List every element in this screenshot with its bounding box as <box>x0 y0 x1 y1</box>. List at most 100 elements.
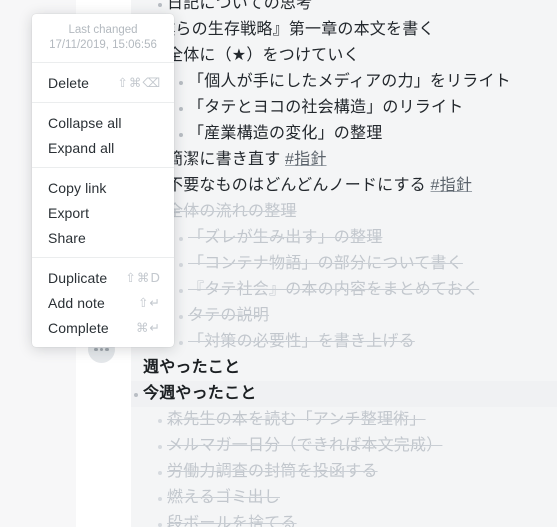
bullet-icon <box>176 329 188 355</box>
menu-group: Delete ⇧⌘⌫ <box>32 63 174 102</box>
outline-row[interactable]: 労働力調査の封筒を投函する <box>131 459 557 485</box>
bullet-icon <box>176 251 188 277</box>
outline-row-text-main: メルマガ一日分（できれば本文完成） <box>167 437 443 454</box>
outline-row-text: メルマガ一日分（できれば本文完成） <box>167 433 557 459</box>
bullet-icon <box>176 303 188 329</box>
outline-row-text-main: 不要なものはどんどんノードにする <box>167 177 431 194</box>
outline-row[interactable]: 燃えるゴミ出し <box>131 485 557 511</box>
outline-row[interactable]: タテの説明 <box>131 303 557 329</box>
menu-item-collapse-all[interactable]: Collapse all <box>32 110 174 135</box>
outline-row-text: 段ボールを捨てる <box>167 511 557 527</box>
bullet-icon <box>155 433 167 459</box>
menu-last-changed-label: Last changed <box>68 24 138 36</box>
outline-row-text: 燃えるゴミ出し <box>167 485 557 511</box>
hashtag-tag[interactable]: #指針 <box>431 177 473 194</box>
outline-row[interactable]: 「対策の必要性」を書き上げる <box>131 329 557 355</box>
outline-row[interactable]: 『タテ社会』の本の内容をまとめておく <box>131 277 557 303</box>
bullet-icon <box>176 95 188 121</box>
menu-item-shortcut: ⌘↵ <box>136 320 161 335</box>
menu-item-label: Duplicate <box>48 269 108 286</box>
outline-row[interactable]: 不要なものはどんどんノードにする #指針 <box>131 173 557 199</box>
outline-row-text: 「タテとヨコの社会構造」のリライト <box>188 95 557 121</box>
outline-row-text-main: 「対策の必要性」を書き上げる <box>188 333 415 350</box>
bullet-icon <box>155 511 167 527</box>
menu-header: Last changed 17/11/2019, 15:06:56 <box>32 14 174 62</box>
outline-row-text-main: 簡潔に書き直す <box>167 151 286 168</box>
dot-icon <box>94 347 98 352</box>
outline-row-text-main: 「個人が手にしたメディアの力」をリライト <box>188 73 511 90</box>
bullet-icon <box>176 121 188 147</box>
bullet-placeholder <box>131 355 143 381</box>
outline-row-text-main: 「ズレが生み出す」の整理 <box>188 229 383 246</box>
context-menu[interactable]: Last changed 17/11/2019, 15:06:56 Delete… <box>32 14 174 347</box>
outline-row-text: 不要なものはどんどんノードにする #指針 <box>167 173 557 199</box>
outline-row-text-main: 『僕らの生存戦略』第一章の本文を書く <box>143 21 435 38</box>
outline-row-text: 全体に（★）をつけていく <box>167 43 557 69</box>
outline-list: 日記についての思考『僕らの生存戦略』第一章の本文を書く全体に（★）をつけていく「… <box>131 0 557 527</box>
outline-row-text: 『タテ社会』の本の内容をまとめておく <box>188 277 557 303</box>
menu-group: Collapse all Expand all <box>32 103 174 167</box>
menu-item-label: Share <box>48 229 86 246</box>
bullet-icon <box>155 459 167 485</box>
menu-item-label: Delete <box>48 74 90 91</box>
menu-item-label: Complete <box>48 319 109 336</box>
outline-row-text: タテの説明 <box>188 303 557 329</box>
outline-row-text-main: 全体に（★）をつけていく <box>167 47 360 64</box>
outline-row[interactable]: 「ズレが生み出す」の整理 <box>131 225 557 251</box>
outline-row-text: 森先生の本を読む「アンチ整理術」 <box>167 407 557 433</box>
outline-row[interactable]: 「コンテナ物語」の部分について書く <box>131 251 557 277</box>
menu-item-add-note[interactable]: Add note ⇧↵ <box>32 290 174 315</box>
outline-row-text-main: 「産業構造の変化」の整理 <box>188 125 383 142</box>
outline-row-text: 「産業構造の変化」の整理 <box>188 121 557 147</box>
outline-row[interactable]: 週やったこと <box>131 355 557 381</box>
outline-row[interactable]: 簡潔に書き直す #指針 <box>131 147 557 173</box>
bullet-icon <box>131 381 143 407</box>
outline-row-text-main: タテの説明 <box>188 307 270 324</box>
bullet-icon <box>176 69 188 95</box>
outline-row[interactable]: 日記についての思考 <box>131 0 557 17</box>
outline-row-text-main: 森先生の本を読む「アンチ整理術」 <box>167 411 426 428</box>
menu-item-complete[interactable]: Complete ⌘↵ <box>32 315 174 340</box>
menu-item-label: Expand all <box>48 139 115 156</box>
outline-row-text-main: 今週やったこと <box>143 385 257 402</box>
outline-row-text-main: 『タテ社会』の本の内容をまとめておく <box>188 281 480 298</box>
outline-row[interactable]: 全体に（★）をつけていく <box>131 43 557 69</box>
menu-group: Copy link Export Share <box>32 168 174 257</box>
outline-row[interactable]: 「個人が手にしたメディアの力」をリライト <box>131 69 557 95</box>
menu-item-duplicate[interactable]: Duplicate ⇧⌘D <box>32 265 174 290</box>
bullet-icon <box>155 407 167 433</box>
menu-item-delete[interactable]: Delete ⇧⌘⌫ <box>32 70 174 95</box>
outline-row-text-main: 労働力調査の封筒を投函する <box>167 463 378 480</box>
menu-item-label: Add note <box>48 294 105 311</box>
menu-item-export[interactable]: Export <box>32 200 174 225</box>
menu-item-expand-all[interactable]: Expand all <box>32 135 174 160</box>
outline-row-text-main: 全体の流れの整理 <box>167 203 297 220</box>
outline-row-text: 日記についての思考 <box>167 0 557 17</box>
outline-row[interactable]: 「産業構造の変化」の整理 <box>131 121 557 147</box>
outline-row-text-main: 日記についての思考 <box>167 0 313 12</box>
menu-groups: Delete ⇧⌘⌫ Collapse all Expand all Copy link… <box>32 62 174 347</box>
menu-item-label: Export <box>48 204 90 221</box>
hashtag-tag[interactable]: #指針 <box>285 151 327 168</box>
outline-row[interactable]: 全体の流れの整理 <box>131 199 557 225</box>
menu-last-changed-timestamp: 17/11/2019, 15:06:56 <box>49 39 157 51</box>
outline-row[interactable]: メルマガ一日分（できれば本文完成） <box>131 433 557 459</box>
outline-row-text-main: 燃えるゴミ出し <box>167 489 280 506</box>
outline-row-text: 今週やったこと <box>143 381 557 407</box>
outline-row[interactable]: 「タテとヨコの社会構造」のリライト <box>131 95 557 121</box>
outline-row[interactable]: 今週やったこと <box>131 381 557 407</box>
menu-item-share[interactable]: Share <box>32 225 174 250</box>
outline-row-text: 週やったこと <box>143 355 557 381</box>
outline-row-text: 「個人が手にしたメディアの力」をリライト <box>188 69 557 95</box>
menu-item-copy-link[interactable]: Copy link <box>32 175 174 200</box>
outline-row-text: 「対策の必要性」を書き上げる <box>188 329 557 355</box>
menu-group: Duplicate ⇧⌘D Add note ⇧↵ Complete ⌘↵ <box>32 258 174 347</box>
menu-item-label: Collapse all <box>48 114 122 131</box>
app-root: 日記についての思考『僕らの生存戦略』第一章の本文を書く全体に（★）をつけていく「… <box>0 0 557 527</box>
outline-row[interactable]: 『僕らの生存戦略』第一章の本文を書く <box>131 17 557 43</box>
outline-row[interactable]: 段ボールを捨てる <box>131 511 557 527</box>
menu-item-shortcut: ⇧↵ <box>138 295 161 310</box>
outline-row-text: 『僕らの生存戦略』第一章の本文を書く <box>143 17 557 43</box>
menu-item-shortcut: ⇧⌘D <box>125 270 161 285</box>
outline-row[interactable]: 森先生の本を読む「アンチ整理術」 <box>131 407 557 433</box>
